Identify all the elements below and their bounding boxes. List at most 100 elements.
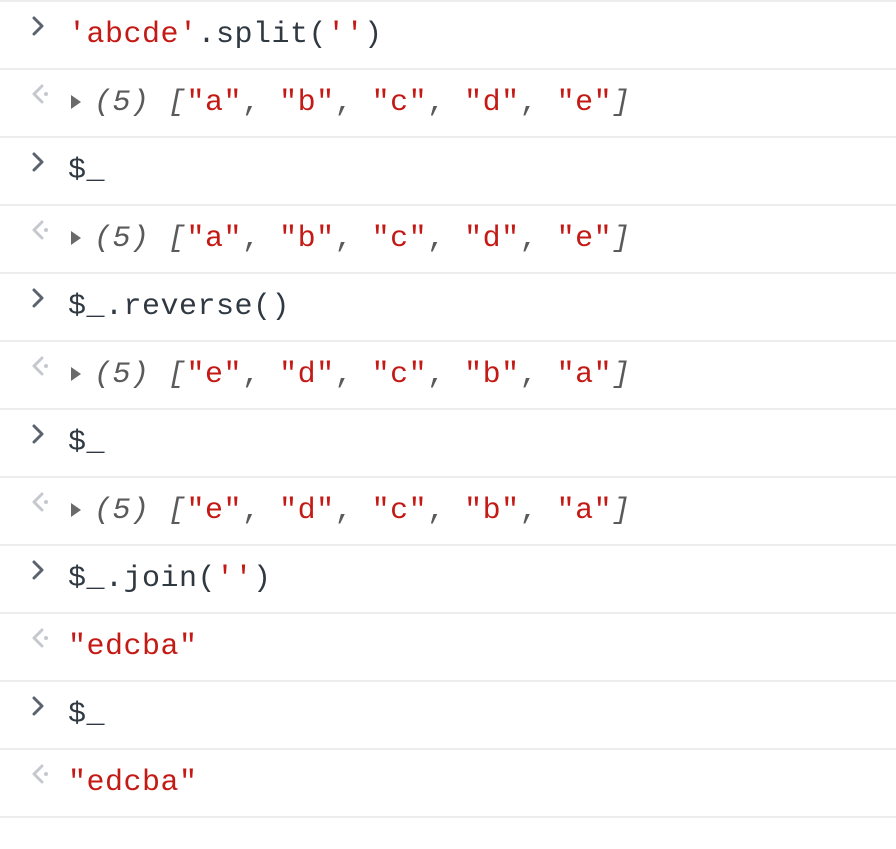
array-separator: , <box>242 86 279 120</box>
console-output-row: "edcba" <box>0 748 896 818</box>
code-token: "edcba" <box>68 630 198 664</box>
array-close-bracket: ] <box>612 494 631 528</box>
console-output-value: (5) ["e", "d", "c", "b", "a"] <box>60 490 896 532</box>
code-token: 'abcde' <box>68 18 198 52</box>
array-close-bracket: ] <box>612 222 631 256</box>
output-prompt-icon <box>0 490 60 514</box>
array-separator: , <box>335 494 372 528</box>
array-separator: , <box>335 86 372 120</box>
array-item: "b" <box>464 358 520 392</box>
array-item: "e" <box>187 494 243 528</box>
array-separator: , <box>520 222 557 256</box>
array-separator: , <box>520 494 557 528</box>
console-input-code: $_.join('') <box>60 558 896 600</box>
array-separator: , <box>427 358 464 392</box>
code-token: '' <box>327 18 364 52</box>
array-separator: , <box>427 86 464 120</box>
array-item: "d" <box>279 494 335 528</box>
output-prompt-icon <box>0 354 60 378</box>
input-prompt-icon <box>0 14 60 38</box>
expand-triangle-icon[interactable] <box>68 364 84 384</box>
array-separator: , <box>427 222 464 256</box>
input-prompt-icon <box>0 558 60 582</box>
code-token: .split( <box>198 18 328 52</box>
code-token: $_.reverse() <box>68 290 290 324</box>
array-separator: , <box>427 494 464 528</box>
array-separator: , <box>242 494 279 528</box>
array-open-bracket: [ <box>168 358 187 392</box>
console-output-row: (5) ["a", "b", "c", "d", "e"] <box>0 68 896 136</box>
console-output-row: (5) ["a", "b", "c", "d", "e"] <box>0 204 896 272</box>
input-prompt-icon <box>0 422 60 446</box>
code-token: ) <box>253 562 272 596</box>
array-separator: , <box>335 358 372 392</box>
console-output-value: "edcba" <box>60 762 896 804</box>
array-item: "a" <box>557 494 613 528</box>
expand-triangle-icon[interactable] <box>68 228 84 248</box>
array-count: (5) <box>94 494 168 528</box>
console-input-row: $_ <box>0 408 896 476</box>
code-token: "edcba" <box>68 766 198 800</box>
array-open-bracket: [ <box>168 86 187 120</box>
console-output-row: "edcba" <box>0 612 896 680</box>
output-prompt-icon <box>0 626 60 650</box>
output-prompt-icon <box>0 82 60 106</box>
console-input-row: 'abcde'.split('') <box>0 0 896 68</box>
array-item: "b" <box>279 86 335 120</box>
array-count: (5) <box>94 86 168 120</box>
array-separator: , <box>242 358 279 392</box>
input-prompt-icon <box>0 286 60 310</box>
code-token: $_.join( <box>68 562 216 596</box>
array-separator: , <box>520 86 557 120</box>
output-prompt-icon <box>0 762 60 786</box>
console-input-code: $_ <box>60 694 896 736</box>
console-input-code: $_.reverse() <box>60 286 896 328</box>
console-input-row: $_.reverse() <box>0 272 896 340</box>
array-item: "c" <box>372 222 428 256</box>
code-token: $_ <box>68 698 105 732</box>
array-item: "d" <box>464 222 520 256</box>
console-output-value: (5) ["a", "b", "c", "d", "e"] <box>60 82 896 124</box>
console-input-row: $_.join('') <box>0 544 896 612</box>
console-output-value: (5) ["e", "d", "c", "b", "a"] <box>60 354 896 396</box>
code-token: ) <box>364 18 383 52</box>
console-output-value: (5) ["a", "b", "c", "d", "e"] <box>60 218 896 260</box>
array-open-bracket: [ <box>168 494 187 528</box>
console-input-code: $_ <box>60 150 896 192</box>
array-item: "d" <box>279 358 335 392</box>
console-output-row: (5) ["e", "d", "c", "b", "a"] <box>0 476 896 544</box>
array-item: "a" <box>187 86 243 120</box>
code-token: $_ <box>68 154 105 188</box>
console-input-row: $_ <box>0 136 896 204</box>
expand-triangle-icon[interactable] <box>68 92 84 112</box>
array-count: (5) <box>94 358 168 392</box>
array-close-bracket: ] <box>612 358 631 392</box>
array-item: "e" <box>187 358 243 392</box>
array-item: "a" <box>187 222 243 256</box>
array-separator: , <box>242 222 279 256</box>
array-open-bracket: [ <box>168 222 187 256</box>
console-input-code: $_ <box>60 422 896 464</box>
code-token: '' <box>216 562 253 596</box>
array-separator: , <box>335 222 372 256</box>
array-close-bracket: ] <box>612 86 631 120</box>
array-count: (5) <box>94 222 168 256</box>
output-prompt-icon <box>0 218 60 242</box>
array-item: "e" <box>557 86 613 120</box>
console-input-row: $_ <box>0 680 896 748</box>
input-prompt-icon <box>0 150 60 174</box>
array-item: "a" <box>557 358 613 392</box>
array-item: "d" <box>464 86 520 120</box>
input-prompt-icon <box>0 694 60 718</box>
array-item: "b" <box>279 222 335 256</box>
array-item: "c" <box>372 358 428 392</box>
expand-triangle-icon[interactable] <box>68 500 84 520</box>
array-item: "b" <box>464 494 520 528</box>
console-output-row: (5) ["e", "d", "c", "b", "a"] <box>0 340 896 408</box>
array-item: "c" <box>372 494 428 528</box>
code-token: $_ <box>68 426 105 460</box>
console-panel: 'abcde'.split('')(5) ["a", "b", "c", "d"… <box>0 0 896 818</box>
array-item: "c" <box>372 86 428 120</box>
array-item: "e" <box>557 222 613 256</box>
console-output-value: "edcba" <box>60 626 896 668</box>
